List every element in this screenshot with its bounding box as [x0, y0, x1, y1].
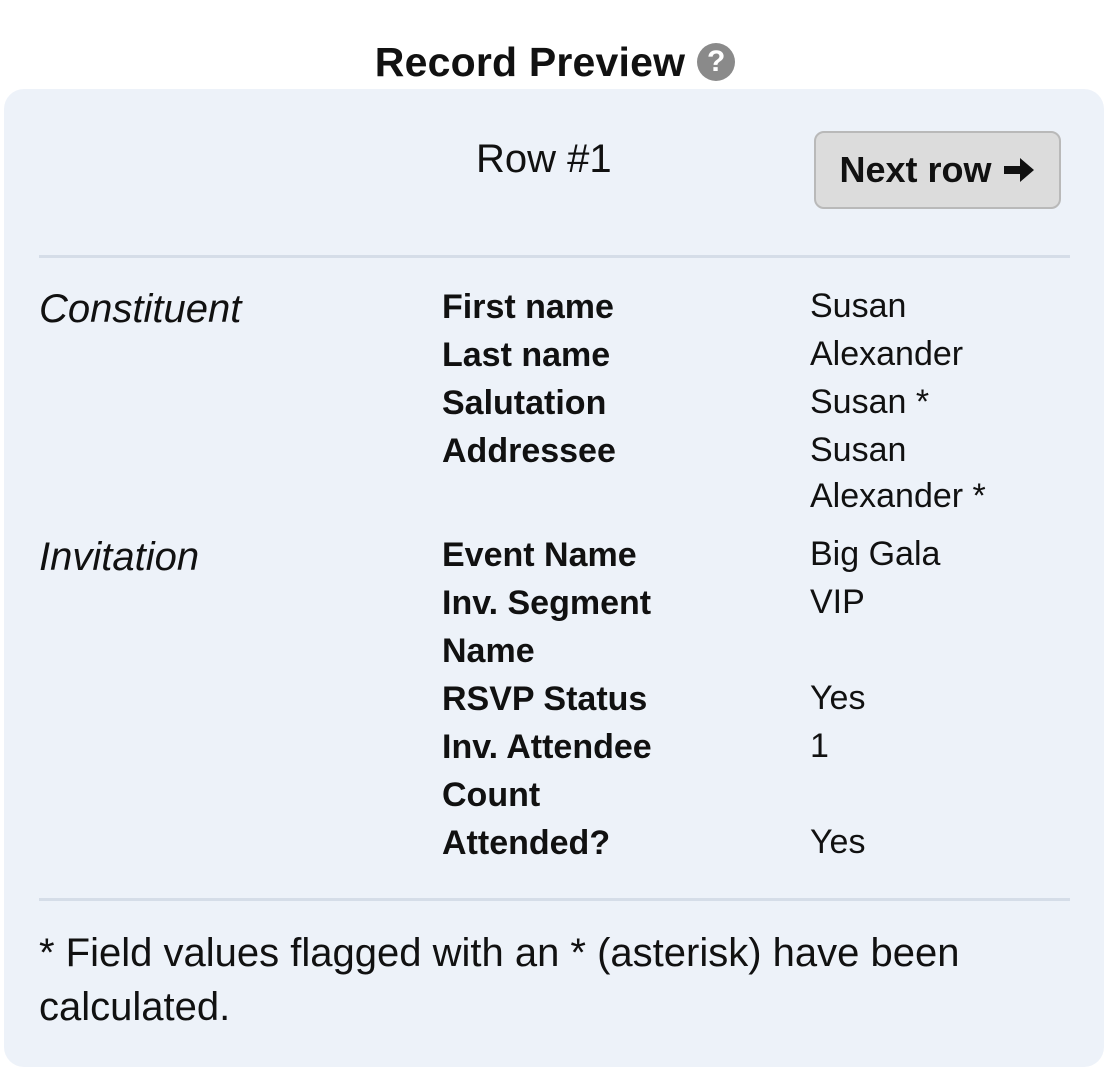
field-label-event-name: Event Name: [442, 536, 637, 574]
field-value-event-name: Big Gala: [810, 535, 941, 573]
page-title: Record Preview: [374, 38, 686, 85]
divider-top: [39, 255, 1070, 258]
field-label-rsvp-status: RSVP Status: [442, 680, 648, 718]
preview-header: Record Preview ?: [0, 36, 1110, 88]
field-value-inv-attendee-count: 1: [810, 727, 829, 765]
next-row-button[interactable]: Next row: [814, 131, 1061, 209]
section-name-constituent: Constituent: [39, 287, 242, 331]
field-label-last-name: Last name: [442, 336, 611, 374]
field-label-attended: Attended?: [442, 824, 611, 862]
field-value-rsvp-status: Yes: [810, 679, 866, 717]
field-value-attended: Yes: [810, 823, 866, 861]
next-row-button-label: Next row: [839, 149, 992, 190]
question-circle-icon[interactable]: ?: [697, 43, 736, 81]
field-label-inv-segment-name: Inv. Segment Name: [442, 584, 652, 670]
section-name-invitation: Invitation: [39, 535, 200, 579]
calculated-values-footnote: * Field values flagged with an * (asteri…: [39, 931, 960, 1029]
field-label-inv-attendee-count: Inv. Attendee Count: [442, 728, 652, 814]
field-value-inv-segment-name: VIP: [810, 583, 865, 621]
field-label-addressee: Addressee: [442, 432, 616, 470]
field-value-last-name: Alexander: [810, 335, 964, 373]
field-value-salutation: Susan *: [810, 383, 930, 421]
field-value-first-name: Susan: [810, 287, 907, 325]
field-value-addressee: Susan Alexander *: [810, 431, 986, 515]
field-label-salutation: Salutation: [442, 384, 607, 422]
row-indicator: Row #1: [476, 137, 612, 181]
arrow-right-icon: [1003, 158, 1034, 182]
field-label-first-name: First name: [442, 288, 614, 326]
divider-bottom: [39, 898, 1070, 901]
